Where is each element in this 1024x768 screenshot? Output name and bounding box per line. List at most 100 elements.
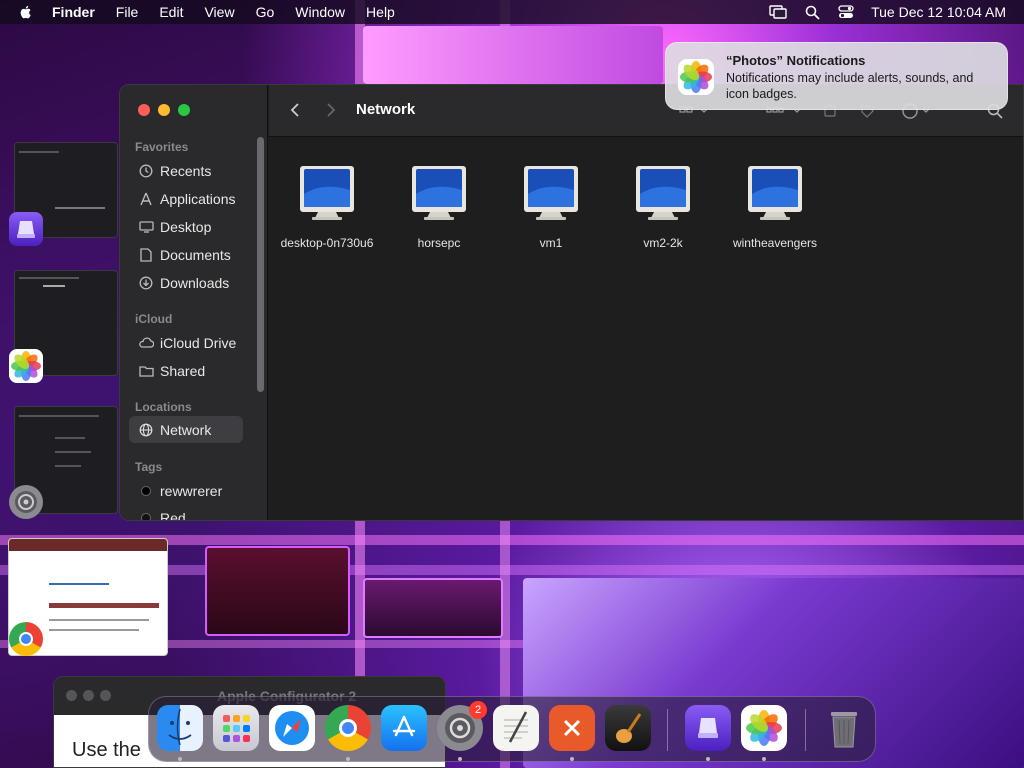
sidebar-scrollbar[interactable] [257,137,264,392]
network-computer-item[interactable]: desktop-0n730u6 [271,164,383,250]
network-computer-item[interactable]: vm2-2k [607,164,719,250]
running-indicator [346,757,350,761]
globe-icon [138,422,154,438]
wallpaper-tile [205,546,350,636]
thumb-line [19,415,99,417]
sidebar-item-tag-rewwrerer[interactable]: rewwrerer [129,477,243,504]
locations-section-title: Locations [135,400,192,414]
textedit-dock-icon[interactable] [493,705,539,751]
thumb-line [55,451,91,453]
sidebar-item-shared[interactable]: Shared [129,357,243,384]
bg-minimize-button[interactable] [83,690,94,701]
sidebar-item-tag-red[interactable]: Red [129,504,243,520]
sidebar-item-icloud-drive[interactable]: iCloud Drive [129,329,243,356]
sidebar-item-desktop[interactable]: Desktop [129,213,243,240]
menu-window[interactable]: Window [295,4,345,20]
network-item-label: desktop-0n730u6 [280,236,374,250]
menu-app-name[interactable]: Finder [52,4,95,20]
menu-bar: Finder File Edit View Go Window Help Tue… [0,0,1024,24]
zoom-button[interactable] [178,104,190,116]
network-computer-item[interactable]: horsepc [383,164,495,250]
garageband-dock-icon[interactable] [605,705,651,751]
network-item-label: horsepc [417,236,461,250]
thumb-line [55,437,85,439]
apple-menu-icon[interactable] [18,4,34,20]
background-window-text: Use the [72,739,141,761]
apple-configurator-icon[interactable] [9,212,43,246]
photos-app-icon[interactable] [9,349,43,383]
thumb-line [19,151,59,153]
menu-view[interactable]: View [204,4,234,20]
app-store-dock-icon[interactable] [381,705,427,751]
safari-dock-icon[interactable] [269,705,315,751]
sidebar-item-network[interactable]: Network [129,416,243,443]
photos-dock-icon[interactable] [741,705,787,751]
network-item-label: wintheavengers [732,236,818,250]
chrome-center-icon [19,632,33,646]
screen-mirroring-icon[interactable] [769,3,787,21]
photos-notification[interactable]: “Photos” Notifications Notifications may… [665,42,1008,110]
bg-close-button[interactable] [66,690,77,701]
system-settings-app-icon[interactable] [9,485,43,519]
bg-zoom-button[interactable] [100,690,111,701]
dock: 2 [148,696,876,762]
sidebar-item-label: Desktop [160,218,212,235]
trash-dock-icon[interactable] [821,705,867,751]
chevron-left-icon [290,103,299,117]
launchpad-dock-icon[interactable] [213,705,259,751]
menu-help[interactable]: Help [366,4,395,20]
shared-folder-icon [138,363,154,379]
network-item-label: vm1 [539,236,563,250]
finder-content: desktop-0n730u6 horsepc vm1 vm2-2k winth… [269,138,1023,520]
finder-dock-icon[interactable] [157,705,203,751]
network-computer-item[interactable]: vm1 [495,164,607,250]
control-center-icon[interactable] [837,3,855,21]
document-icon [138,247,154,263]
menu-go[interactable]: Go [256,4,275,20]
chrome-app-icon[interactable] [9,622,43,656]
close-button[interactable] [138,104,150,116]
dock-separator [805,709,806,751]
menu-file[interactable]: File [116,4,139,20]
notification-body: Notifications may include alerts, sounds… [726,71,974,101]
spotlight-search-icon[interactable] [803,3,821,21]
applications-icon [138,191,154,207]
finder-window[interactable]: Favorites Recents Applications Desktop D… [119,84,1024,521]
minimize-button[interactable] [158,104,170,116]
tag-dot-icon [138,483,154,499]
running-indicator [458,757,462,761]
menu-edit[interactable]: Edit [159,4,183,20]
system-settings-dock-icon[interactable]: 2 [437,701,487,751]
sidebar-item-downloads[interactable]: Downloads [129,269,243,296]
remote-desktop-dock-icon[interactable] [549,705,595,751]
network-computer-item[interactable]: wintheavengers [719,164,831,250]
sidebar-item-label: Documents [160,246,231,263]
apple-configurator-dock-icon[interactable] [685,705,731,751]
thumb-line [55,465,81,467]
thumb-line [9,539,167,551]
chrome-dock-icon[interactable] [325,705,371,751]
running-indicator [762,757,766,761]
forward-button[interactable] [320,99,342,121]
menu-clock[interactable]: Tue Dec 12 10:04 AM [871,4,1006,20]
running-indicator [570,757,574,761]
sidebar-item-documents[interactable]: Documents [129,241,243,268]
chevron-right-icon [327,103,336,117]
sidebar-item-label: Downloads [160,274,230,291]
thumb-line [49,603,159,608]
computer-monitor-icon [300,166,354,220]
desktop-icon [138,219,154,235]
running-indicator [706,757,710,761]
back-button[interactable] [284,99,306,121]
tags-section-title: Tags [135,460,163,474]
thumb-line [49,583,109,585]
photos-notification-icon [678,59,714,95]
favorites-section-title: Favorites [135,140,189,154]
sidebar-item-applications[interactable]: Applications [129,185,243,212]
notification-title: “Photos” Notifications [726,53,866,68]
sidebar-item-label: Recents [160,162,212,179]
cloud-icon [138,335,154,351]
sidebar-item-recents[interactable]: Recents [129,157,243,184]
finder-sidebar: Favorites Recents Applications Desktop D… [120,85,268,520]
computer-monitor-icon [636,166,690,220]
